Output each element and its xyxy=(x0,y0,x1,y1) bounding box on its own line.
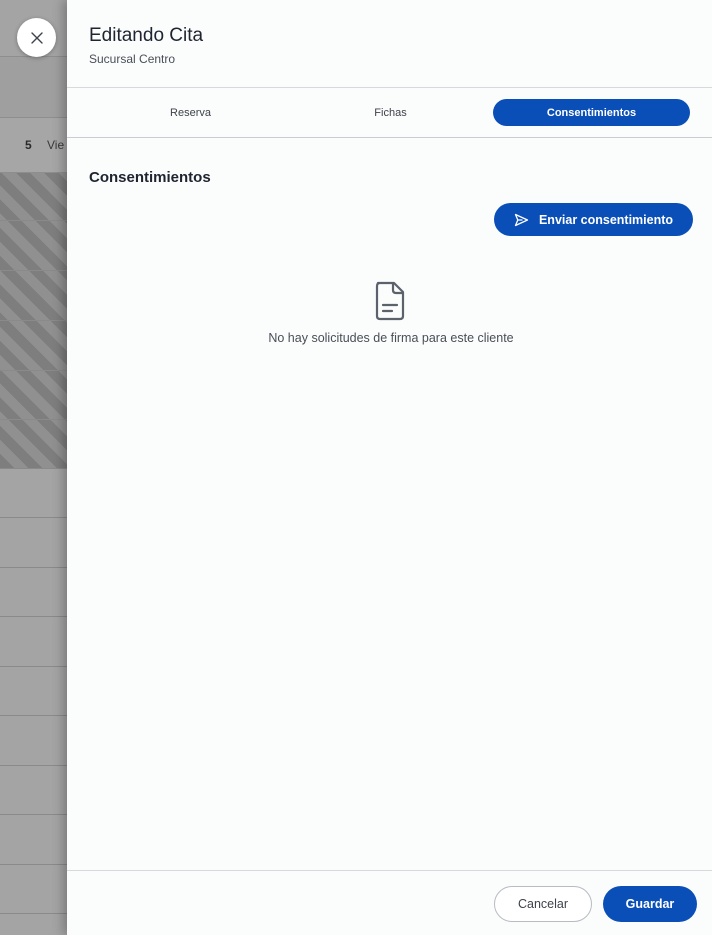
calendar-day-number: 5 xyxy=(25,138,32,152)
drawer-header: Editando Cita Sucursal Centro xyxy=(67,0,712,88)
cancel-button[interactable]: Cancelar xyxy=(494,886,592,922)
document-icon xyxy=(375,281,405,321)
branch-subtitle: Sucursal Centro xyxy=(89,52,176,66)
send-icon xyxy=(514,213,529,226)
send-consent-label: Enviar consentimiento xyxy=(538,212,674,227)
calendar-day-name: Vie xyxy=(47,138,65,152)
tab-bar: Reserva Fichas Consentimientos xyxy=(67,88,712,138)
edit-appointment-drawer: Editando Cita Sucursal Centro Reserva Fi… xyxy=(67,0,712,935)
section-title: Consentimientos xyxy=(89,169,211,186)
save-button[interactable]: Guardar xyxy=(603,886,697,922)
tab-consentimientos[interactable]: Consentimientos xyxy=(493,99,690,126)
send-consent-button[interactable]: Enviar consentimiento xyxy=(494,203,693,236)
close-button[interactable] xyxy=(17,18,56,57)
close-icon xyxy=(30,31,43,44)
tab-fichas[interactable]: Fichas xyxy=(292,99,489,126)
empty-state-message: No hay solicitudes de firma para este cl… xyxy=(268,331,514,345)
tab-reserva[interactable]: Reserva xyxy=(92,99,289,126)
page-title: Editando Cita xyxy=(89,25,204,46)
